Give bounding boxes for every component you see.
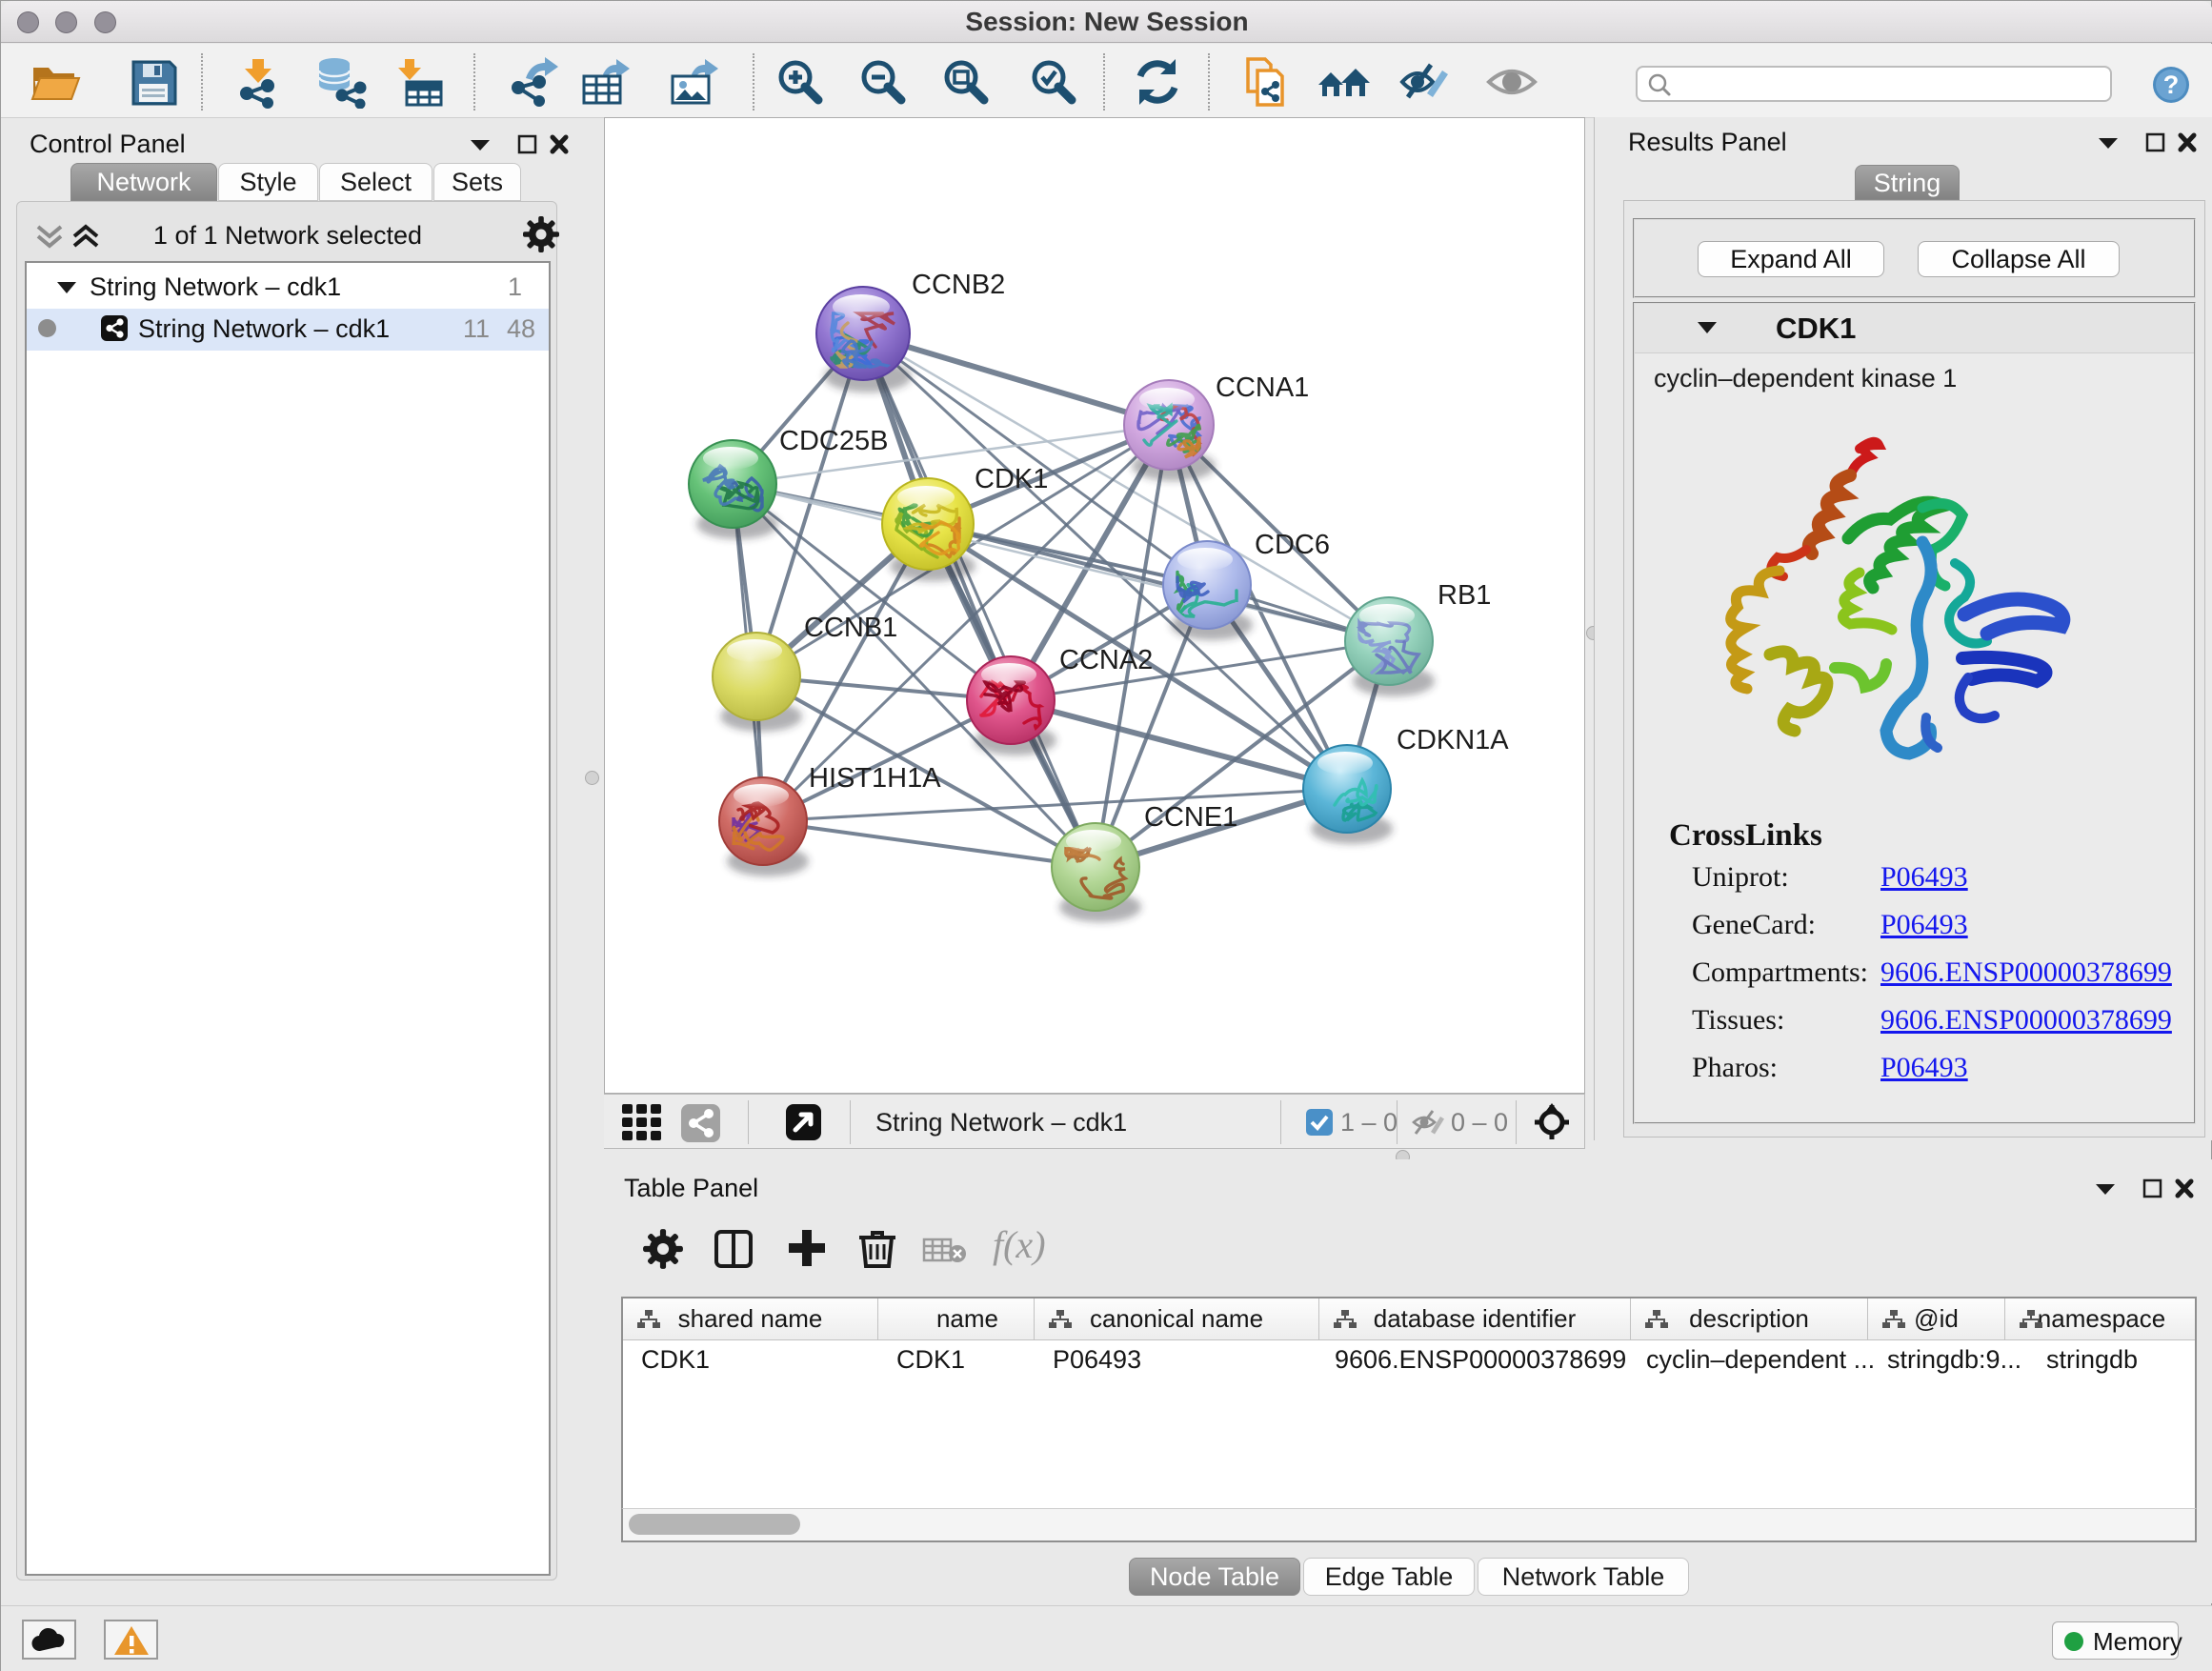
svg-text:CDKN1A: CDKN1A [1397,725,1509,755]
svg-text:CDC25B: CDC25B [779,426,888,456]
svg-text:CDC6: CDC6 [1255,530,1330,560]
svg-text:CCNE1: CCNE1 [1144,802,1237,833]
svg-text:CDK1: CDK1 [975,464,1048,494]
svg-text:HIST1H1A: HIST1H1A [809,763,941,794]
svg-text:CCNA1: CCNA1 [1216,372,1309,403]
svg-text:RB1: RB1 [1438,580,1491,611]
svg-text:CCNB2: CCNB2 [912,270,1005,300]
svg-text:CCNA2: CCNA2 [1059,645,1153,675]
svg-text:?: ? [2163,70,2180,99]
svg-text:CCNB1: CCNB1 [804,613,897,643]
